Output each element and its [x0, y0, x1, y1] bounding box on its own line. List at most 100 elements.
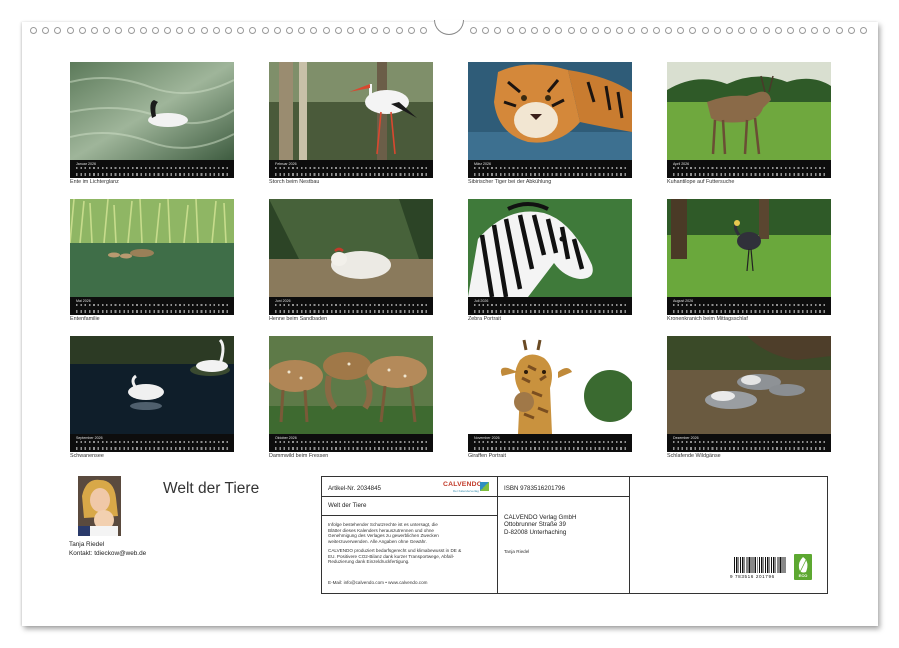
binding-ring-icon	[139, 26, 147, 34]
month-label: Juni 2026	[275, 299, 291, 303]
binding-ring-icon	[176, 26, 184, 34]
publisher-address: CALVENDO Verlag GmbH Ottobrunner Straße …	[504, 514, 577, 536]
photo-caption: Giraffen Portrait	[468, 453, 506, 459]
month-cell-april[interactable]: April 2026 Kuhantilope auf Futtersuche	[667, 62, 831, 192]
binding-ring-icon	[54, 26, 62, 34]
binding-ring-icon	[310, 26, 318, 34]
calvendo-logo-sub: Der Kalenderverlag	[453, 489, 479, 493]
isbn: ISBN 9783516201796	[504, 485, 565, 492]
month-cell-may[interactable]: Mai 2026 Entenfamilie	[70, 199, 234, 329]
calendar-bar: April 2026	[667, 160, 831, 178]
month-label: Mai 2026	[76, 299, 91, 303]
month-cell-november[interactable]: November 2026 Giraffen Portrait	[468, 336, 632, 466]
month-cell-january[interactable]: Januar 2026 Ente im Lichterglanz	[70, 62, 234, 192]
binding-ring-icon	[811, 26, 819, 34]
binding-ring-icon	[689, 26, 697, 34]
info-title: Welt der Tiere	[328, 502, 367, 509]
binding-ring-icon	[151, 26, 159, 34]
photo-caption: Sibirischer Tiger bei der Abkühlung	[468, 179, 552, 185]
month-cell-march[interactable]: März 2026 Sibirischer Tiger bei der Abkü…	[468, 62, 632, 192]
photo-caption: Kuhantilope auf Futtersuche	[667, 179, 735, 185]
binding-ring-icon	[285, 26, 293, 34]
binding-ring-icon	[322, 26, 330, 34]
binding-ring-icon	[470, 26, 477, 34]
photo-eland	[667, 62, 831, 160]
product-info-box: Artikel-Nr. 2034845 CALVENDO Der Kalende…	[321, 476, 828, 594]
calendar-bar: Januar 2026	[70, 160, 234, 178]
month-label: Dezember 2026	[673, 436, 699, 440]
binding-ring-icon	[604, 26, 612, 34]
binding-ring-icon	[677, 26, 685, 34]
photo-caption: Storch beim Nestbau	[269, 179, 320, 185]
binding-ring-icon	[518, 26, 526, 34]
info-column-publisher: ISBN 9783516201796 CALVENDO Verlag GmbH …	[498, 477, 630, 593]
binding-ring-icon	[701, 26, 709, 34]
binding-ring-icon	[591, 26, 599, 34]
month-cell-february[interactable]: Februar 2026 Storch beim Nestbau	[269, 62, 433, 192]
month-cell-august[interactable]: August 2026 Kronenkranich beim Mittagssc…	[667, 199, 831, 329]
binding-ring-icon	[30, 26, 37, 34]
barcode-number: 9 783516 201796	[730, 574, 775, 579]
binding-ring-icon	[42, 26, 50, 34]
binding-ring-icon	[383, 26, 391, 34]
calendar-bar: März 2026	[468, 160, 632, 178]
hanger-hook-icon	[434, 20, 464, 35]
photo-duck	[70, 62, 234, 160]
binding-ring-icon	[494, 26, 502, 34]
month-label: April 2026	[673, 162, 690, 166]
photo-crowned-crane	[667, 199, 831, 297]
binding-ring-icon	[407, 26, 415, 34]
binding-ring-icon	[103, 26, 111, 34]
month-cell-september[interactable]: September 2026 Schwanensee	[70, 336, 234, 466]
contact-email: E-Mail: info@calvendo.com • www.calvendo…	[328, 580, 428, 585]
binding-ring-icon	[482, 26, 490, 34]
calendar-bar: Februar 2026	[269, 160, 433, 178]
binding-ring-icon	[237, 26, 245, 34]
photo-caption: Ente im Lichterglanz	[70, 179, 119, 185]
binding-ring-icon	[359, 26, 367, 34]
binding-ring-icon	[640, 26, 648, 34]
month-label: Januar 2026	[76, 162, 96, 166]
month-label: Juli 2026	[474, 299, 489, 303]
binding-ring-icon	[371, 26, 379, 34]
photo-caption: Schwanensee	[70, 453, 104, 459]
binding-ring-icon	[823, 26, 831, 34]
month-label: September 2026	[76, 436, 103, 440]
calendar-bar: August 2026	[667, 297, 831, 315]
binding-ring-icon	[786, 26, 794, 34]
calendar-bar: Juli 2026	[468, 297, 632, 315]
month-cell-october[interactable]: Oktober 2026 Dammwild beim Fressen	[269, 336, 433, 466]
calvendo-flag-icon	[480, 482, 489, 491]
barcode: 9 783516 201796	[730, 557, 786, 579]
binding-ring-icon	[506, 26, 514, 34]
binding-ring-icon	[298, 26, 306, 34]
binding-ring-icon	[261, 26, 269, 34]
month-cell-december[interactable]: Dezember 2026 Schlafende Wildgänse	[667, 336, 831, 466]
calendar-bar: Juni 2026	[269, 297, 433, 315]
photo-caption: Henne beim Sandbaden	[269, 316, 328, 322]
author-photo	[78, 476, 121, 536]
binding-ring-icon	[567, 26, 575, 34]
binding-ring-icon	[835, 26, 843, 34]
binding-ring-icon	[420, 26, 427, 34]
info-column-barcode: 9 783516 201796 ECO	[630, 477, 827, 593]
month-cell-july[interactable]: Juli 2026 Zebra Portrait	[468, 199, 632, 329]
calendar-title: Welt der Tiere	[163, 480, 260, 497]
month-cell-june[interactable]: Juni 2026 Henne beim Sandbaden	[269, 199, 433, 329]
binding-rings-left	[30, 24, 427, 36]
binding-ring-icon	[652, 26, 660, 34]
binding-ring-icon	[164, 26, 172, 34]
photo-hen	[269, 199, 433, 297]
info-author: Tanja Riedel	[504, 549, 530, 554]
binding-ring-icon	[750, 26, 758, 34]
binding-rings-right	[470, 24, 867, 36]
binding-ring-icon	[762, 26, 770, 34]
month-label: August 2026	[673, 299, 694, 303]
binding-ring-icon	[115, 26, 123, 34]
month-label: Oktober 2026	[275, 436, 297, 440]
binding-ring-icon	[249, 26, 257, 34]
binding-ring-icon	[799, 26, 807, 34]
calendar-sheet: Januar 2026 Ente im Lichterglanz Februar…	[22, 20, 878, 626]
binding-ring-icon	[346, 26, 354, 34]
photo-swans	[70, 336, 234, 434]
